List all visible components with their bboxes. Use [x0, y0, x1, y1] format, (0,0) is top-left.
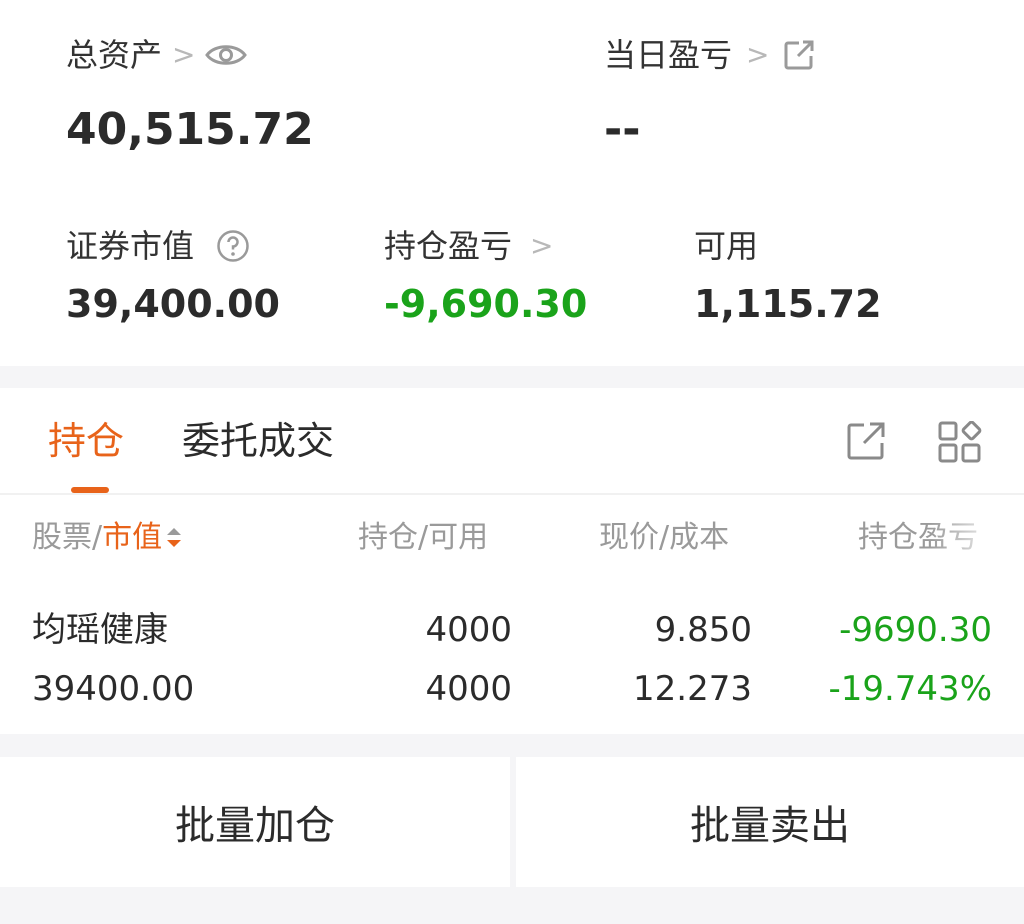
cost-price: 12.273 — [633, 669, 752, 709]
header-available: 可用 — [428, 520, 489, 555]
header-price-cost: 现价/成本 — [599, 520, 730, 555]
total-assets-label: 总资产 — [66, 36, 163, 74]
tab-holdings[interactable]: 持仓 — [48, 418, 124, 464]
header-separator: / — [92, 520, 103, 555]
total-assets-value: 40,515.72 — [66, 104, 314, 155]
securities-value-header: 证券市值 — [66, 226, 250, 266]
total-assets-header[interactable]: 总资产 > — [66, 35, 248, 75]
chevron-right-icon: > — [530, 229, 554, 262]
batch-sell-button[interactable]: 批量卖出 — [516, 757, 1024, 887]
export-icon[interactable] — [846, 421, 886, 461]
question-icon[interactable] — [216, 229, 250, 263]
batch-add-button[interactable]: 批量加仓 — [0, 757, 510, 887]
sort-icon[interactable] — [164, 525, 184, 551]
chevron-right-icon: > — [172, 38, 196, 71]
header-cost: 成本 — [669, 520, 730, 555]
position-pnl-label: 持仓盈亏 — [384, 227, 513, 265]
stock-market-value: 39400.00 — [32, 669, 195, 709]
daily-pnl-label: 当日盈亏 — [604, 36, 733, 74]
tab-orders[interactable]: 委托成交 — [182, 418, 334, 464]
holdings-panel: 持仓 委托成交 股票 / 市值 持仓/可用 现价/成本 持仓盈亏 均瑶健康 39… — [0, 388, 1024, 734]
header-fade-overlay — [930, 508, 1024, 568]
position-pnl-value: -9,690.30 — [384, 282, 588, 326]
header-market-value: 市值 — [102, 520, 163, 555]
header-position-available: 持仓/可用 — [358, 520, 489, 555]
header-current-price: 现价 — [599, 520, 659, 555]
daily-pnl-value: -- — [604, 104, 641, 155]
securities-value-label: 证券市值 — [66, 227, 195, 265]
securities-value: 39,400.00 — [66, 282, 280, 326]
header-stock-market-value[interactable]: 股票 / 市值 — [32, 519, 184, 557]
share-icon[interactable] — [783, 39, 815, 71]
tab-divider — [0, 493, 1024, 495]
chevron-right-icon: > — [746, 38, 770, 71]
position-pnl-header[interactable]: 持仓盈亏 > — [384, 226, 553, 266]
table-row[interactable]: 均瑶健康 39400.00 4000 4000 9.850 12.273 -96… — [0, 598, 1024, 709]
grid-icon[interactable] — [938, 421, 982, 463]
pnl-amount: -9690.30 — [839, 610, 992, 650]
header-stock: 股票 — [32, 520, 92, 555]
account-summary: 总资产 > 40,515.72 当日盈亏 > -- 证券市值 39,400.00… — [0, 0, 1024, 366]
current-price: 9.850 — [654, 610, 752, 650]
available-qty: 4000 — [425, 669, 512, 709]
eye-icon[interactable] — [205, 41, 248, 69]
available-value: 1,115.72 — [694, 282, 882, 326]
position-qty: 4000 — [425, 610, 512, 650]
header-position: 持仓 — [358, 520, 418, 555]
available-label: 可用 — [694, 227, 759, 265]
pnl-percent: -19.743% — [828, 669, 992, 709]
stock-name: 均瑶健康 — [32, 610, 168, 650]
daily-pnl-header[interactable]: 当日盈亏 > — [604, 35, 815, 75]
